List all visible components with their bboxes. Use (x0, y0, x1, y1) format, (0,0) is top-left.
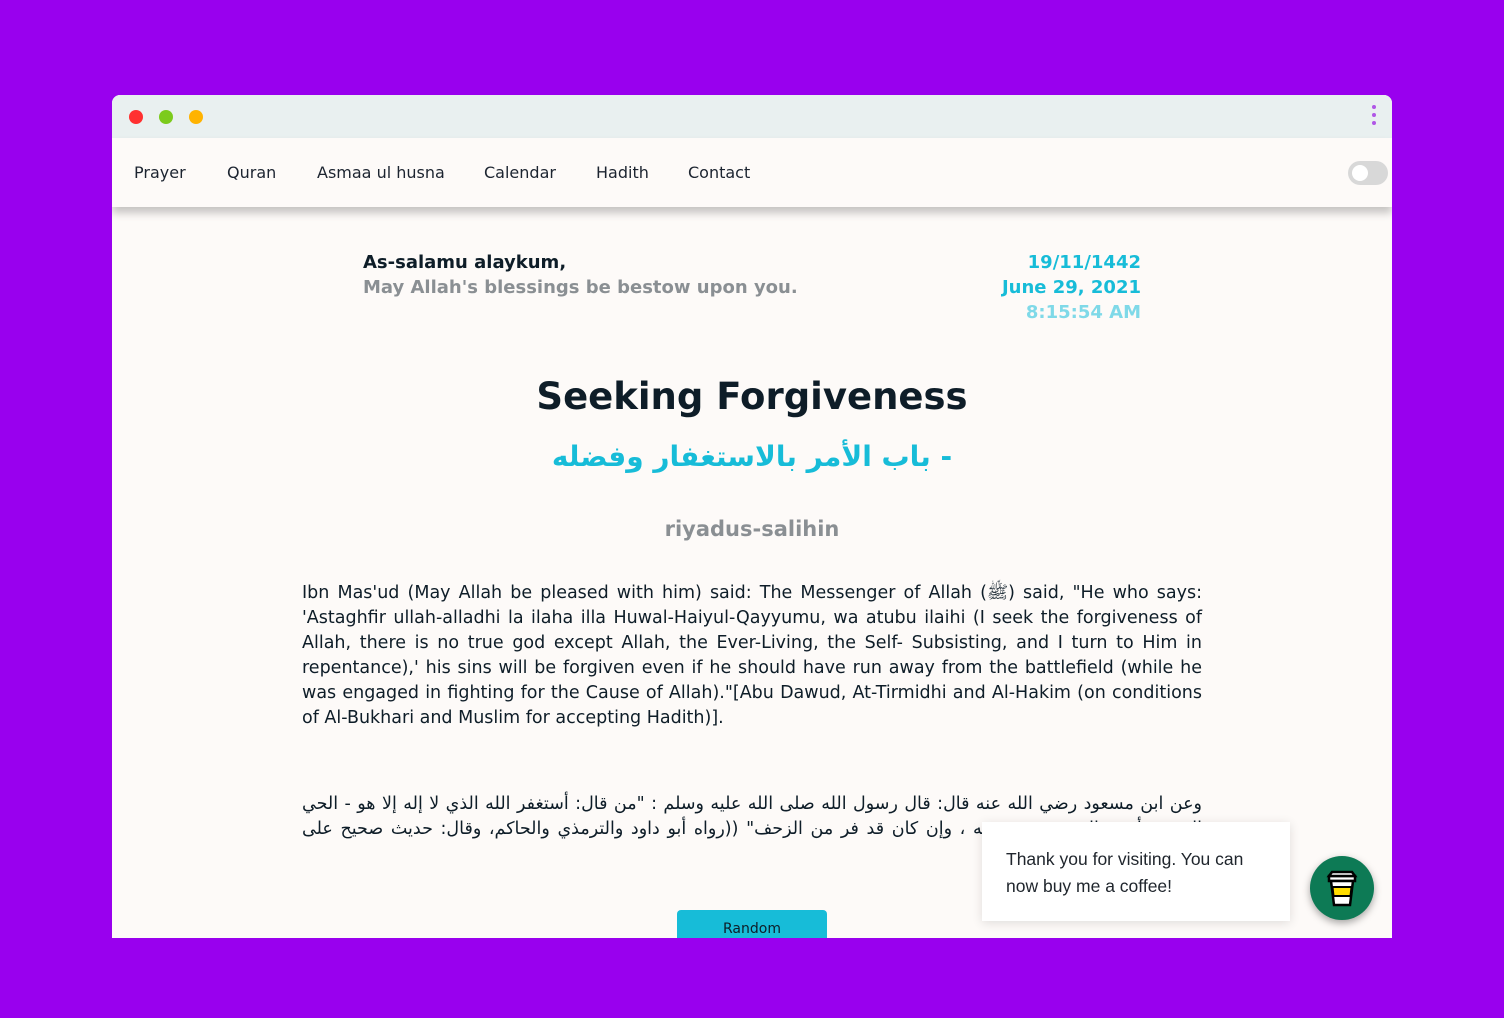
buy-me-a-coffee-button[interactable] (1310, 856, 1374, 920)
salutation: As-salamu alaykum, (363, 252, 567, 273)
nav-contact[interactable]: Contact (688, 163, 750, 182)
more-options-icon[interactable] (1370, 105, 1378, 129)
nav-quran[interactable]: Quran (227, 163, 276, 182)
blessing: May Allah's blessings be bestow upon you… (363, 277, 798, 298)
nav-asmaa-ul-husna[interactable]: Asmaa ul husna (317, 163, 445, 182)
coffee-cup-icon (1326, 870, 1358, 907)
minimize-window-button[interactable] (189, 110, 203, 124)
hijri-date: 19/11/1442 (1027, 252, 1141, 273)
current-time: 8:15:54 AM (1025, 302, 1141, 323)
close-window-button[interactable] (129, 110, 143, 124)
date-display: 19/11/1442 June 29, 2021 8:15:54 AM (1002, 250, 1141, 325)
gregorian-date: June 29, 2021 (1001, 277, 1141, 298)
title-bar (112, 95, 1392, 138)
toggle-knob (1352, 165, 1368, 181)
maximize-window-button[interactable] (159, 110, 173, 124)
nav-calendar[interactable]: Calendar (484, 163, 556, 182)
navbar: Prayer Quran Asmaa ul husna Calendar Had… (112, 138, 1392, 207)
coffee-message-popup: Thank you for visiting. You can now buy … (982, 822, 1290, 921)
hadith-title: Seeking Forgiveness (536, 375, 968, 418)
random-button[interactable]: Random (677, 910, 827, 938)
hadith-arabic-title: باب الأمر بالاستغفار وفضله - (551, 440, 953, 473)
greeting: As-salamu alaykum, May Allah's blessings… (363, 250, 798, 300)
hadith-collection: riyadus-salihin (664, 517, 840, 541)
nav-hadith[interactable]: Hadith (596, 163, 649, 182)
nav-prayer[interactable]: Prayer (134, 163, 186, 182)
theme-toggle[interactable] (1348, 161, 1388, 185)
hadith-english-text: Ibn Mas'ud (May Allah be pleased with hi… (302, 583, 1203, 728)
browser-window: Prayer Quran Asmaa ul husna Calendar Had… (112, 95, 1392, 938)
